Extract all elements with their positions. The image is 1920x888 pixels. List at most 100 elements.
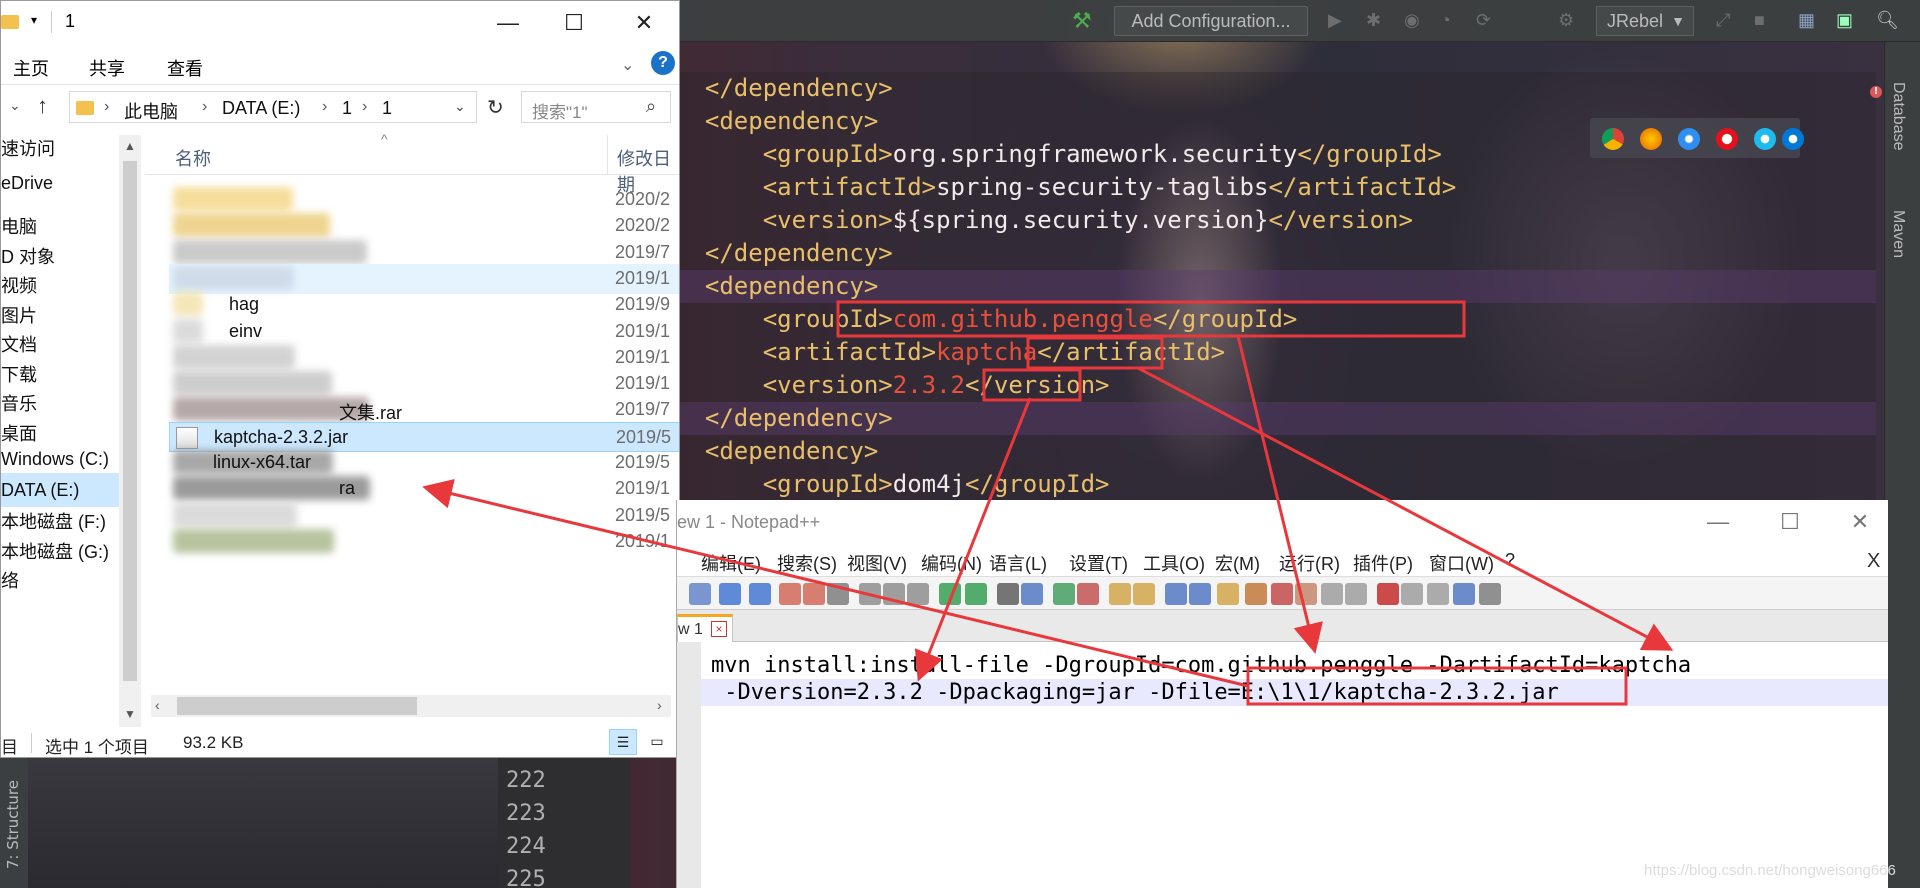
monitor-icon[interactable] [1345, 583, 1367, 605]
nav-item[interactable]: eDrive [1, 173, 53, 194]
structure-tab[interactable]: 7: Structure [4, 780, 22, 869]
opera-icon[interactable] [1716, 128, 1738, 150]
code-line[interactable]: </dependency> [676, 72, 1876, 105]
cut-icon[interactable] [859, 583, 881, 605]
help-icon[interactable]: ? [651, 51, 675, 75]
profile-icon[interactable]: ◔ [1440, 10, 1451, 31]
nav-item[interactable]: Windows (C:) [1, 449, 109, 470]
breadcrumb-folder[interactable]: 1 [342, 98, 352, 119]
code-line[interactable]: </dependency> [676, 237, 1876, 270]
zoom-out-icon[interactable] [1077, 583, 1099, 605]
nav-item[interactable]: 音乐 [1, 390, 37, 416]
close-icon[interactable] [779, 583, 801, 605]
code-line[interactable]: <version>${spring.security.version}</ver… [676, 204, 1876, 237]
search-everywhere-icon[interactable]: 🔍︎ [1876, 10, 1899, 31]
search-input[interactable]: 搜索"1" ⌕ [521, 91, 671, 123]
menu-item[interactable]: 插件(P) [1353, 550, 1413, 576]
nav-item[interactable]: 本地磁盘 (F:) [1, 508, 106, 534]
code-line[interactable]: <dependency> [676, 270, 1876, 303]
editor-line[interactable]: mvn install:install-file -DgroupId=com.g… [701, 652, 1888, 679]
paste-icon[interactable] [907, 583, 929, 605]
menu-item[interactable]: 编码(N) [921, 550, 982, 576]
breadcrumb-drive[interactable]: DATA (E:) [222, 98, 300, 119]
menu-item[interactable]: 搜索(S) [777, 550, 837, 576]
update-icon[interactable]: ⤢ [1716, 10, 1730, 31]
code-line[interactable]: </dependency> [676, 402, 1876, 435]
menu-item[interactable]: 运行(R) [1279, 550, 1340, 576]
stop-macro-icon[interactable] [1401, 583, 1423, 605]
tab-share[interactable]: 共享 [89, 55, 125, 81]
replace-icon[interactable] [1021, 583, 1043, 605]
editor-line-current[interactable]: -Dversion=2.3.2 -Dpackaging=jar -Dfile=E… [701, 679, 1888, 706]
menu-item[interactable]: 设置(T) [1069, 550, 1128, 576]
all-chars-icon[interactable] [1189, 583, 1211, 605]
scroll-up-icon[interactable]: ▲ [124, 139, 136, 153]
copy-icon[interactable] [883, 583, 905, 605]
nav-item[interactable]: DATA (E:) [1, 472, 119, 507]
settings-icon[interactable]: ⚙ [1558, 10, 1574, 31]
nav-item[interactable]: 文档 [1, 331, 37, 357]
project-structure-icon[interactable]: ▦ [1798, 10, 1815, 31]
zoom-in-icon[interactable] [1053, 583, 1075, 605]
menu-item[interactable]: 编辑(E) [701, 550, 761, 576]
nav-item[interactable]: 下载 [1, 361, 37, 387]
close-tab-icon[interactable]: × [711, 621, 727, 637]
menu-item[interactable]: 工具(O) [1143, 550, 1205, 576]
nav-item[interactable]: 本地磁盘 (G:) [1, 538, 109, 564]
up-arrow-icon[interactable]: ↑ [37, 93, 48, 119]
breadcrumb-this-pc[interactable]: 此电脑 [124, 98, 178, 124]
save-all-icon[interactable] [749, 583, 771, 605]
close-document-button[interactable]: X [1867, 550, 1880, 573]
quick-access-dropdown-icon[interactable]: ▾ [31, 13, 37, 27]
safari-icon[interactable] [1678, 128, 1700, 150]
function-list-icon[interactable] [1295, 583, 1317, 605]
new-file-icon[interactable] [689, 583, 711, 605]
coverage-icon[interactable]: ◉ [1404, 10, 1420, 31]
save-macro-icon[interactable] [1479, 583, 1501, 605]
edge-icon[interactable] [1782, 128, 1804, 150]
details-view-icon[interactable]: ☰ [609, 729, 637, 755]
maximize-button[interactable]: ☐ [1767, 506, 1813, 538]
breadcrumb-folder[interactable]: 1 [382, 98, 392, 119]
error-marker-icon[interactable]: ! [1870, 86, 1882, 98]
doc-map-icon[interactable] [1271, 583, 1293, 605]
ribbon-expand-icon[interactable]: ⌄ [621, 55, 634, 75]
close-all-icon[interactable] [803, 583, 825, 605]
firefox-icon[interactable] [1640, 128, 1662, 150]
attach-icon[interactable]: ⟳ [1476, 10, 1491, 31]
undo-icon[interactable] [939, 583, 961, 605]
close-button[interactable]: ✕ [621, 7, 667, 39]
column-name[interactable]: 名称 [175, 145, 211, 171]
nav-item[interactable]: 视频 [1, 272, 37, 298]
tab-home[interactable]: 主页 [13, 55, 49, 81]
folder-workspace-icon[interactable] [1321, 583, 1343, 605]
add-configuration-button[interactable]: Add Configuration... [1114, 6, 1308, 36]
wrap-icon[interactable] [1165, 583, 1187, 605]
address-bar[interactable]: › 此电脑 › DATA (E:) › 1 › 1 ⌄ [69, 91, 477, 123]
play-macro-icon[interactable] [1427, 583, 1449, 605]
horizontal-scrollbar[interactable]: ‹ › [151, 695, 671, 717]
file-row[interactable]: 2019/1 [169, 527, 679, 557]
record-macro-icon[interactable] [1377, 583, 1399, 605]
nav-item[interactable]: 电脑 [1, 213, 37, 239]
scroll-thumb[interactable] [123, 161, 137, 681]
scroll-down-icon[interactable]: ▼ [124, 707, 136, 721]
sync-v-icon[interactable] [1109, 583, 1131, 605]
menu-item[interactable]: 语言(L) [989, 550, 1047, 576]
menu-item[interactable]: 窗口(W) [1429, 550, 1494, 576]
refresh-icon[interactable]: ↻ [487, 95, 504, 120]
save-icon[interactable] [719, 583, 741, 605]
scroll-right-icon[interactable]: › [657, 697, 662, 713]
menu-item[interactable]: 视图(V) [847, 550, 907, 576]
tab-view[interactable]: 查看 [167, 55, 203, 81]
scroll-thumb[interactable] [177, 697, 417, 715]
find-icon[interactable] [997, 583, 1019, 605]
run-macro-icon[interactable] [1453, 583, 1475, 605]
nav-item[interactable]: 图片 [1, 302, 37, 328]
sync-h-icon[interactable] [1133, 583, 1155, 605]
address-dropdown-icon[interactable]: ⌄ [454, 98, 466, 115]
scroll-left-icon[interactable]: ‹ [155, 697, 160, 713]
terminal-icon[interactable]: ▣ [1836, 10, 1853, 31]
notepad-editor[interactable]: mvn install:install-file -DgroupId=com.g… [677, 642, 1888, 888]
code-line[interactable]: <dependency> [676, 435, 1876, 468]
